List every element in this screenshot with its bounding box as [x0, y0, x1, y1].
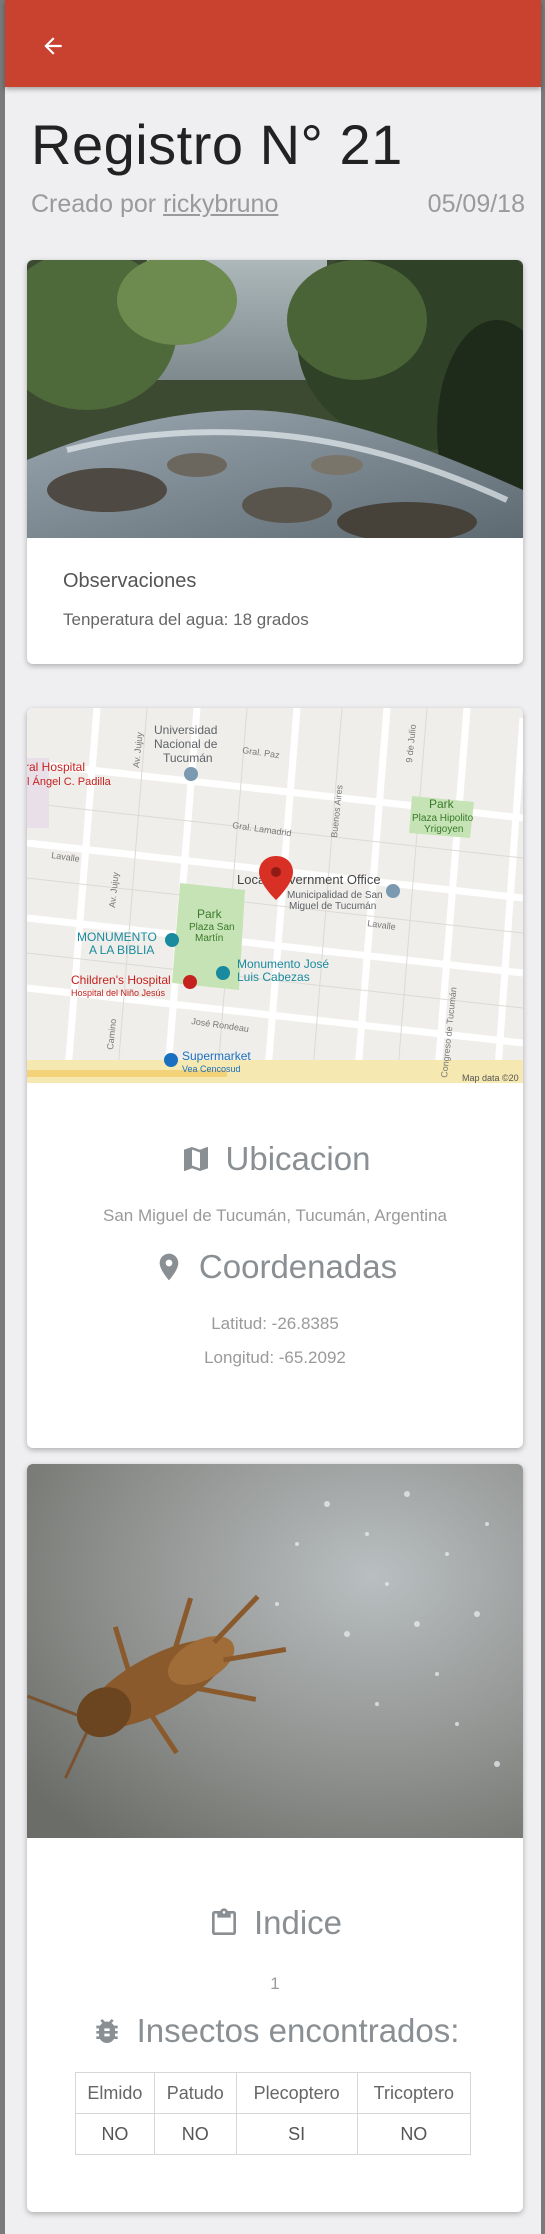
map-label-park-mid: Park [197, 907, 223, 921]
index-value: 1 [270, 1974, 280, 1993]
insects-heading-text: Insectos encontrados: [136, 2012, 460, 2049]
index-card: Indice 1 Insectos encontrados: Elmido Pa… [27, 1464, 523, 2212]
record-date: 05/09/18 [427, 190, 525, 218]
map-label-municipalidad-2: Miguel de Tucumán [289, 901, 376, 912]
map-label-hospital: ral Hospital [27, 760, 85, 774]
location-heading-text: Ubicacion [225, 1140, 371, 1177]
insects-heading: Insectos encontrados: [27, 2012, 523, 2050]
table-header-cell: Elmido [75, 2072, 155, 2114]
table-cell: SI [235, 2113, 358, 2155]
table-header-cell: Plecoptero [235, 2072, 358, 2114]
insect-photo [27, 1464, 523, 1838]
river-photo [27, 260, 523, 538]
latitude-text: Latitud: -26.8385 [211, 1314, 339, 1333]
longitude-text: Longitud: -65.2092 [204, 1348, 346, 1367]
location-address: San Miguel de Tucumán, Tucumán, Argentin… [103, 1206, 447, 1225]
map-label-park-top-sub: Plaza Hipolito [412, 813, 474, 824]
location-card: ral Hospital l Ángel C. Padilla Universi… [27, 708, 523, 1448]
table-cell: NO [75, 2113, 155, 2155]
map-label-childrens: Children's Hospital [71, 973, 171, 987]
table-header-cell: Patudo [153, 2072, 237, 2114]
observations-card: Observaciones Tenperatura del agua: 18 g… [27, 260, 523, 664]
map-label-university: Universidad [154, 723, 217, 737]
record-meta: Creado por rickybruno 05/09/18 [31, 190, 525, 219]
back-button[interactable] [35, 28, 71, 64]
table-cell: NO [356, 2113, 472, 2155]
bug-icon [95, 2019, 118, 2043]
app-bar [5, 0, 541, 87]
table-header-row: Elmido Patudo Plecoptero Tricoptero [75, 2072, 472, 2114]
map-label-monumento-biblia-2: A LA BIBLIA [89, 943, 154, 957]
created-by-label: Creado por [31, 190, 164, 218]
map-label-university-2: Nacional de [154, 737, 218, 751]
map-icon [183, 1147, 208, 1171]
coordinates-heading-text: Coordenadas [198, 1248, 398, 1285]
observations-heading: Observaciones [63, 570, 197, 592]
map-label-monumento-jose: Monumento José [237, 957, 329, 971]
page: Registro N° 21 Creado por rickybruno 05/… [5, 0, 541, 2234]
table-cell: NO [153, 2113, 237, 2155]
arrow-left-icon [44, 37, 62, 55]
observations-text: Tenperatura del agua: 18 grados [63, 610, 309, 629]
clipboard-icon [211, 1908, 236, 1935]
map-label-park-mid-sub: Plaza San [189, 922, 235, 933]
map-label-park-mid-sub2: Martín [195, 933, 223, 944]
map-label-monumento-biblia: MONUMENTO [77, 930, 157, 944]
created-by: Creado por rickybruno [31, 190, 278, 219]
index-heading-text: Indice [253, 1904, 343, 1941]
coordinates-heading: Coordenadas [27, 1248, 523, 1286]
map-label-university-3: Tucumán [163, 751, 213, 765]
table-row: NO NO SI NO [75, 2113, 472, 2155]
location-pin-icon [159, 1253, 179, 1281]
map-view[interactable]: ral Hospital l Ángel C. Padilla Universi… [27, 708, 523, 1083]
page-title: Registro N° 21 [31, 113, 403, 176]
index-heading: Indice [27, 1904, 523, 1942]
map-attribution: Map data ©20 [462, 1073, 519, 1083]
map-label-hospital-sub: l Ángel C. Padilla [27, 775, 112, 788]
author-link[interactable]: rickybruno [163, 190, 278, 218]
map-label-gov-office: Local Government Office [237, 872, 381, 887]
map-label-supermarket: Supermarket [182, 1049, 251, 1063]
table-header-cell: Tricoptero [356, 2072, 472, 2114]
map-label-municipalidad: Municipalidad de San [287, 890, 383, 901]
location-heading: Ubicacion [27, 1140, 523, 1178]
insects-table: Elmido Patudo Plecoptero Tricoptero NO N… [75, 2072, 472, 2155]
map-label-monumento-jose-2: Luis Cabezas [237, 970, 310, 984]
map-label-park-top: Park [429, 797, 455, 811]
map-label-childrens-sub: Hospital del Niño Jesús [71, 988, 166, 998]
map-label-park-top-sub2: Yrigoyen [424, 824, 463, 835]
map-label-supermarket-sub: Vea Cencosud [182, 1064, 241, 1074]
